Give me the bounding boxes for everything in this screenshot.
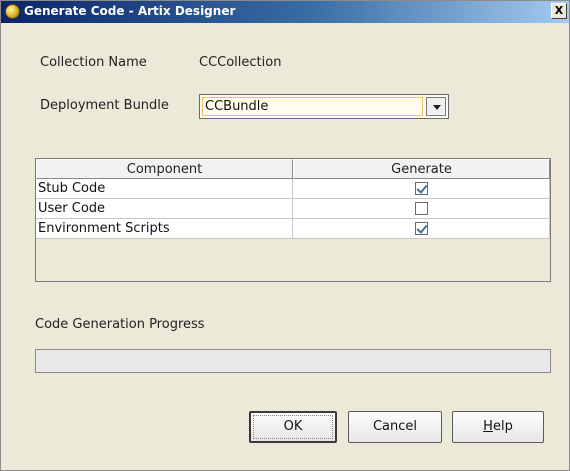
chevron-down-icon (433, 105, 441, 110)
deployment-bundle-select[interactable]: CCBundle (199, 94, 449, 119)
table-row[interactable]: Stub Code (36, 179, 550, 199)
table-row[interactable]: User Code (36, 199, 550, 219)
close-button[interactable]: X (551, 3, 567, 19)
generate-checkbox[interactable] (415, 222, 428, 235)
generate-cell (293, 199, 550, 219)
focus-ring (253, 415, 333, 439)
ok-button[interactable]: OK (249, 411, 337, 443)
window-title: Generate Code - Artix Designer (24, 4, 236, 18)
title-bar[interactable]: Generate Code - Artix Designer X (1, 1, 569, 23)
deployment-bundle-value: CCBundle (205, 99, 269, 114)
component-cell: Environment Scripts (36, 219, 293, 239)
code-generation-progress-bar (35, 349, 551, 373)
help-label-rest: elp (492, 419, 513, 434)
dropdown-button[interactable] (426, 97, 446, 116)
generate-checkbox[interactable] (415, 182, 428, 195)
component-cell: User Code (36, 199, 293, 219)
close-icon: X (554, 4, 564, 17)
collection-name-value: CCCollection (199, 55, 282, 70)
generate-cell (293, 219, 550, 239)
help-mnemonic: H (483, 419, 493, 434)
generate-code-dialog: Generate Code - Artix Designer X Collect… (0, 0, 570, 471)
components-table: Component Generate Stub Code User Code E… (35, 158, 551, 282)
generate-checkbox[interactable] (415, 202, 428, 215)
cancel-button[interactable]: Cancel (348, 411, 442, 443)
collection-name-label: Collection Name (40, 55, 147, 70)
component-cell: Stub Code (36, 179, 293, 199)
deployment-bundle-label: Deployment Bundle (40, 98, 169, 113)
help-button[interactable]: Help (452, 411, 544, 443)
table-row[interactable]: Environment Scripts (36, 219, 550, 239)
column-header-component[interactable]: Component (36, 159, 293, 179)
progress-label: Code Generation Progress (35, 317, 205, 332)
generate-cell (293, 179, 550, 199)
table-header: Component Generate (36, 159, 550, 179)
column-header-generate[interactable]: Generate (293, 159, 550, 179)
artix-app-icon (5, 4, 20, 19)
